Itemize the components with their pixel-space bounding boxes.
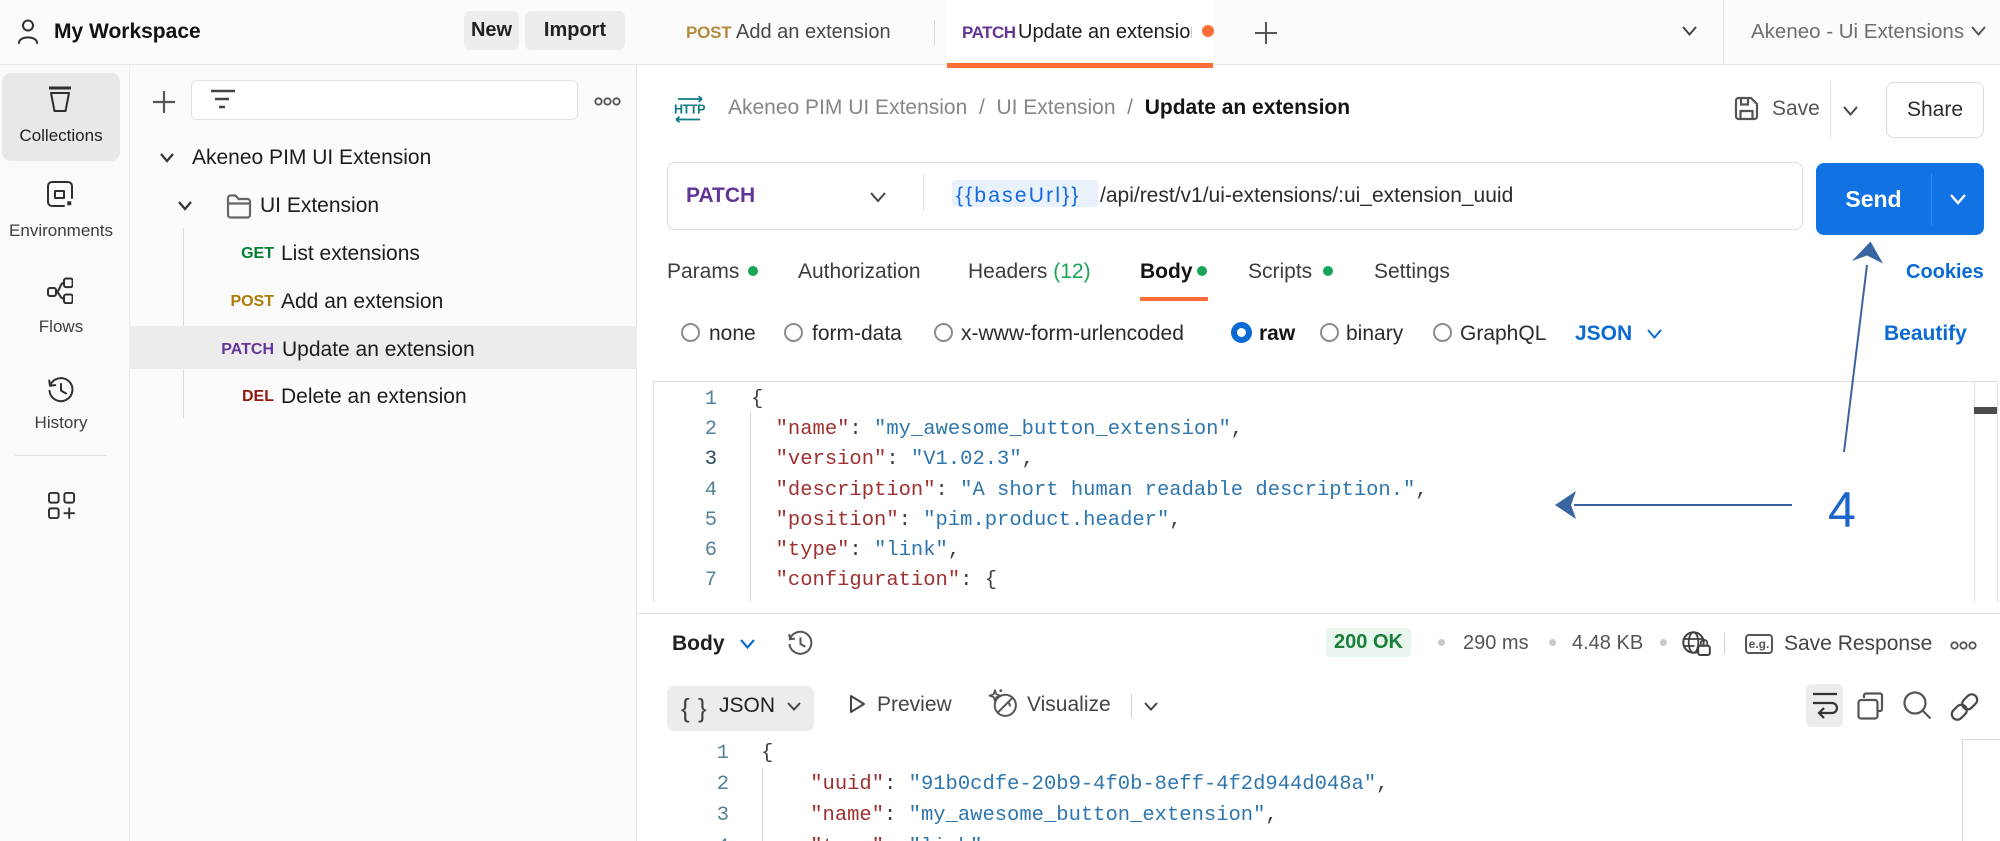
svg-text:4: 4 [1828, 482, 1856, 535]
svg-text:HTTP: HTTP [674, 103, 705, 117]
